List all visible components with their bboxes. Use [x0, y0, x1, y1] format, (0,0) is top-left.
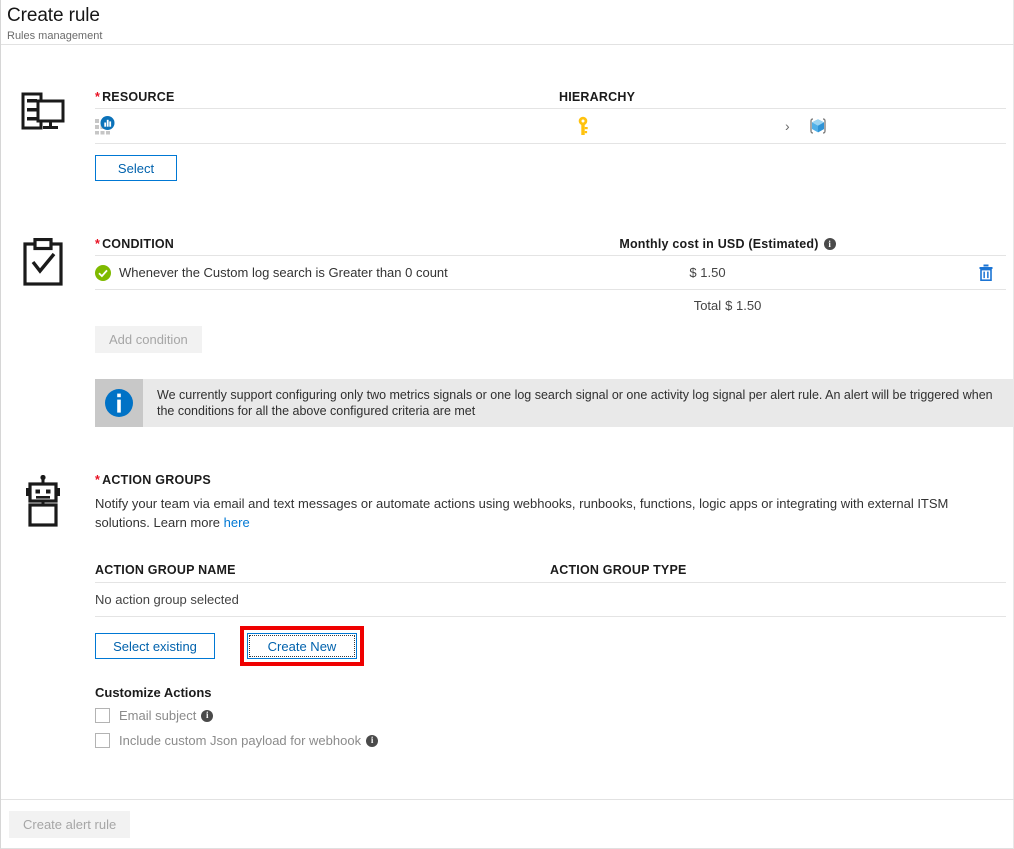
- condition-row: Whenever the Custom log search is Greate…: [95, 256, 1006, 290]
- condition-body: * CONDITION Monthly cost in USD (Estimate…: [95, 233, 1014, 427]
- add-condition-wrap: Add condition: [95, 326, 1006, 353]
- action-groups-body: * ACTION GROUPS Notify your team via emai…: [95, 473, 1006, 758]
- action-groups-label: * ACTION GROUPS: [95, 473, 211, 487]
- cost-column-header: Monthly cost in USD (Estimated): [619, 237, 819, 251]
- log-analytics-workspace-icon: [95, 116, 117, 136]
- email-subject-checkbox[interactable]: [95, 708, 110, 723]
- cost-header-cell: Monthly cost in USD (Estimated) i: [559, 237, 1006, 251]
- clipboard-check-icon: [17, 238, 69, 286]
- condition-cost: $ 1.50: [689, 265, 726, 280]
- required-asterisk: *: [95, 473, 101, 487]
- condition-description: Whenever the Custom log search is Greate…: [119, 265, 448, 280]
- green-check-icon: [95, 264, 111, 281]
- column-header-action-group-name: ACTION GROUP NAME: [95, 563, 236, 577]
- robot-icon: [17, 475, 69, 527]
- empty-message: No action group selected: [95, 592, 239, 607]
- page-subtitle: Rules management: [7, 30, 103, 42]
- info-banner-text: We currently support configuring only tw…: [157, 388, 993, 418]
- learn-more-link[interactable]: here: [224, 515, 250, 530]
- condition-row-text-cell: Whenever the Custom log search is Greate…: [95, 264, 559, 281]
- json-payload-label: Include custom Json payload for webhook: [119, 733, 362, 748]
- email-subject-label: Email subject: [119, 708, 197, 723]
- page-footer: Create alert rule: [1, 799, 1014, 848]
- key-icon: [575, 116, 591, 136]
- resource-row[interactable]: ›: [95, 109, 1006, 143]
- select-button-wrap: Select: [95, 155, 1006, 181]
- total-value: $ 1.50: [725, 297, 762, 313]
- learn-more-prefix: Learn more: [153, 515, 221, 530]
- resource-item-cell: [95, 116, 559, 136]
- condition-headers-row: * CONDITION Monthly cost in USD (Estimate…: [95, 233, 1006, 255]
- resource-label-cell: * RESOURCE: [95, 90, 559, 104]
- hierarchy-cell: ›: [559, 116, 1006, 136]
- customize-actions-block: Customize Actions Email subject i Includ…: [95, 685, 1006, 748]
- column-header-action-group-type: ACTION GROUP TYPE: [550, 563, 687, 577]
- create-new-button[interactable]: Create New: [247, 633, 357, 659]
- resource-label: * RESOURCE: [95, 90, 175, 104]
- chevron-right-icon: ›: [785, 118, 790, 134]
- create-alert-rule-button[interactable]: Create alert rule: [9, 810, 131, 838]
- info-banner: We currently support configuring only tw…: [95, 379, 1014, 427]
- page-title: Create rule: [7, 5, 100, 26]
- total-cost-cell: Total $ 1.50: [559, 298, 1006, 313]
- hierarchy-label-cell: HIERARCHY: [559, 90, 1006, 104]
- required-asterisk: *: [95, 90, 101, 104]
- action-groups-buttons: Select existing Create New: [95, 626, 1006, 666]
- info-icon[interactable]: i: [823, 238, 836, 250]
- resource-row-divider: [95, 143, 1006, 144]
- resource-body: * RESOURCE HIERARCHY › Select: [95, 86, 1006, 181]
- json-payload-checkbox-row[interactable]: Include custom Json payload for webhook …: [95, 733, 1006, 748]
- customize-actions-title: Customize Actions: [95, 685, 212, 700]
- json-payload-checkbox[interactable]: [95, 733, 110, 748]
- page-header: Create rule Rules management: [1, 0, 1014, 45]
- resource-group-cube-icon: [808, 116, 828, 136]
- condition-label: * CONDITION: [95, 237, 175, 251]
- action-groups-empty-row: No action group selected: [95, 583, 1006, 617]
- info-circle-icon: [95, 379, 143, 427]
- info-icon[interactable]: i: [201, 709, 214, 722]
- create-rule-page: Create rule Rules management *RESOURCE: [0, 0, 1014, 849]
- hierarchy-label: HIERARCHY: [559, 90, 636, 104]
- create-new-highlight: Create New: [240, 626, 364, 666]
- condition-label-cell: * CONDITION: [95, 237, 559, 251]
- add-condition-button[interactable]: Add condition: [95, 326, 202, 353]
- action-groups-description: Notify your team via email and text mess…: [95, 494, 1006, 532]
- select-existing-button[interactable]: Select existing: [95, 633, 215, 659]
- trash-icon: [978, 264, 994, 281]
- email-subject-checkbox-row[interactable]: Email subject i: [95, 708, 1006, 723]
- condition-total-row: Total $ 1.50: [95, 290, 1006, 320]
- select-resource-button[interactable]: Select: [95, 155, 177, 181]
- total-label: Total: [693, 297, 722, 313]
- server-monitor-icon: [17, 92, 69, 134]
- required-asterisk: *: [95, 237, 101, 251]
- delete-condition-button[interactable]: [966, 264, 1006, 281]
- action-groups-table-header: ACTION GROUP NAME ACTION GROUP TYPE: [95, 559, 1006, 583]
- info-icon[interactable]: i: [366, 734, 379, 747]
- resource-headers-row: * RESOURCE HIERARCHY: [95, 86, 1006, 108]
